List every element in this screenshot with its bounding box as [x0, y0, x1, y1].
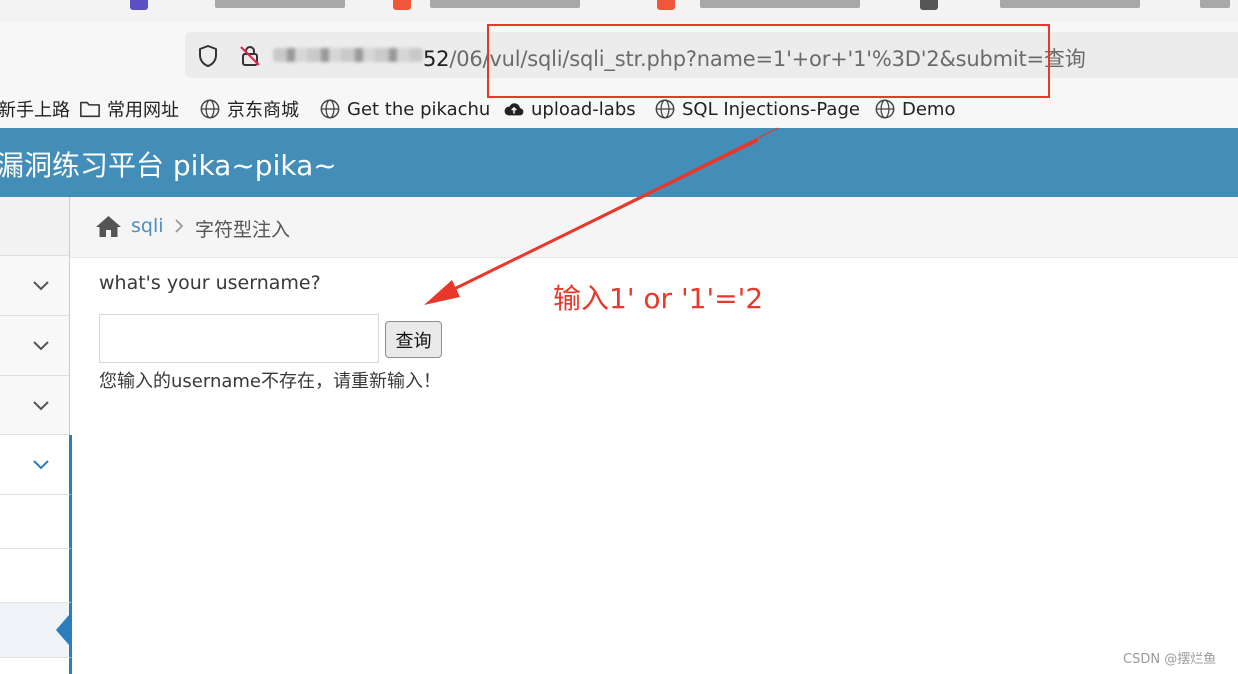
chevron-down-icon [33, 401, 49, 411]
url-text-host-tail: 52 [423, 47, 450, 71]
bookmark-upload-labs[interactable]: upload-labs [503, 97, 636, 121]
sidebar-subitem[interactable] [0, 495, 72, 549]
globe-icon [200, 99, 220, 119]
bookmark-label: 京东商城 [227, 100, 299, 121]
chevron-down-icon [33, 341, 49, 351]
tab-title[interactable] [215, 0, 345, 8]
annotation-text: 输入1' or '1'='2 [553, 282, 764, 315]
username-prompt: what's your username? [99, 272, 321, 294]
sidebar-subitem-active[interactable] [0, 603, 72, 658]
tab-title[interactable] [430, 0, 580, 8]
tab-favicon[interactable] [657, 0, 675, 10]
bookmark-label: Get the pikachu [347, 98, 491, 120]
tab-favicon[interactable] [920, 0, 938, 10]
annotation-highlight-box [487, 24, 1050, 98]
sidebar [0, 197, 72, 674]
insecure-lock-icon[interactable] [238, 44, 262, 68]
bookmark-jd[interactable]: 京东商城 [199, 97, 299, 121]
sidebar-subitem[interactable] [0, 549, 72, 603]
active-indicator-caret [56, 615, 69, 645]
watermark: CSDN @摆烂鱼 [1123, 652, 1217, 667]
cloud-icon [504, 103, 524, 116]
bookmark-label: 常用网址 [107, 100, 179, 121]
bookmark-demo[interactable]: Demo [874, 97, 955, 121]
bookmark-newbie[interactable]: 新手上路 [0, 97, 70, 121]
tab-favicon[interactable] [130, 0, 148, 10]
url-redacted-host [273, 48, 423, 62]
browser-tab-strip [0, 0, 1238, 22]
bookmark-label: upload-labs [531, 98, 636, 120]
username-input[interactable] [99, 314, 379, 363]
globe-icon [655, 99, 675, 119]
globe-icon [320, 99, 340, 119]
bookmark-label: SQL Injections-Page [682, 98, 860, 120]
sidebar-shortcuts [0, 197, 69, 256]
sidebar-item[interactable] [0, 256, 69, 316]
submit-query-button[interactable]: 查询 [385, 321, 442, 358]
home-icon[interactable] [95, 214, 122, 238]
globe-icon [875, 99, 895, 119]
breadcrumb-current: 字符型注入 [195, 219, 291, 241]
site-title[interactable]: 漏洞练习平台 pika~pika~ [0, 144, 337, 184]
tab-favicon[interactable] [393, 0, 411, 10]
breadcrumb-link-sqli[interactable]: sqli [131, 215, 164, 237]
site-header: 漏洞练习平台 pika~pika~ [0, 128, 1238, 197]
tab-title[interactable] [700, 0, 860, 8]
bookmark-sql-injections[interactable]: SQL Injections-Page [654, 97, 860, 121]
sidebar-item[interactable] [0, 376, 69, 435]
tab-title[interactable] [1200, 0, 1230, 8]
shield-icon[interactable] [196, 44, 220, 68]
sidebar-item[interactable] [0, 316, 69, 376]
result-message: 您输入的username不存在，请重新输入！ [99, 371, 441, 392]
chevron-down-icon [33, 281, 49, 291]
chevron-down-icon [33, 460, 49, 470]
bookmark-label: 新手上路 [0, 100, 70, 121]
breadcrumb: sqli 字符型注入 [70, 197, 1238, 258]
sidebar-item-sqli-active[interactable] [0, 435, 72, 495]
bookmark-common-sites[interactable]: 常用网址 [79, 97, 179, 121]
chevron-right-icon [175, 219, 184, 233]
tab-title[interactable] [1000, 0, 1140, 8]
bookmark-pikachu[interactable]: Get the pikachu [319, 97, 490, 121]
sidebar-subitem[interactable] [0, 658, 72, 674]
folder-icon [80, 101, 100, 118]
bookmark-label: Demo [902, 98, 956, 120]
